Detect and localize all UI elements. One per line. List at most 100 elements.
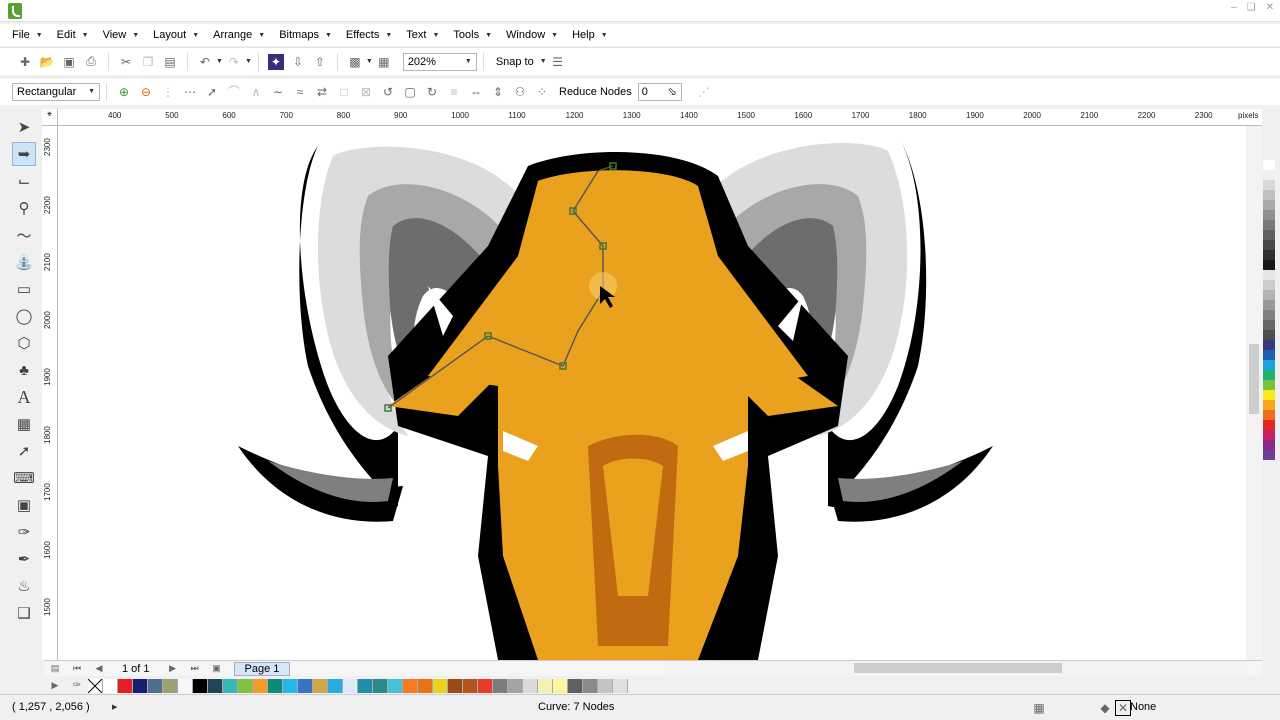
freehand-tool-icon[interactable]: 〜: [12, 223, 36, 247]
color-swatch[interactable]: [1263, 160, 1275, 170]
smooth-node-icon[interactable]: ∼: [270, 84, 286, 100]
horizontal-scrollbar[interactable]: [664, 661, 1246, 675]
stretch-nodes-icon[interactable]: ▢: [402, 84, 418, 100]
eyedropper-tool-icon[interactable]: ✑: [12, 520, 36, 544]
color-swatch[interactable]: [463, 678, 478, 693]
color-swatch[interactable]: [1263, 240, 1275, 250]
minimize-icon[interactable]: –: [1231, 2, 1237, 13]
color-swatch[interactable]: [1263, 350, 1275, 360]
color-swatch[interactable]: [1263, 420, 1275, 430]
color-swatch[interactable]: [1263, 340, 1275, 350]
connector-tool-icon[interactable]: ⌨: [12, 466, 36, 490]
pick-tool-icon[interactable]: ➤: [12, 115, 36, 139]
color-swatch[interactable]: [433, 678, 448, 693]
vertical-scrollbar[interactable]: [1246, 126, 1262, 660]
ram-head-artwork[interactable]: [58, 126, 1246, 660]
options-icon[interactable]: ☰: [550, 54, 566, 70]
color-swatch[interactable]: [1263, 260, 1275, 270]
crop-tool-icon[interactable]: ⌙: [12, 169, 36, 193]
interactive-fill-tool-icon[interactable]: ❑: [12, 601, 36, 625]
color-swatch[interactable]: [448, 678, 463, 693]
menu-text[interactable]: Text ▼: [406, 29, 439, 41]
curve-smoothness-input[interactable]: 0 ⬂: [637, 82, 682, 101]
menu-arrange[interactable]: Arrange ▼: [213, 29, 265, 41]
color-swatch[interactable]: [1263, 270, 1275, 280]
color-swatch[interactable]: [148, 678, 163, 693]
first-page-icon[interactable]: ⏮: [69, 661, 85, 677]
extract-subpath-icon[interactable]: ⊠: [358, 84, 374, 100]
color-swatch[interactable]: [253, 678, 268, 693]
menu-file[interactable]: File ▼: [12, 29, 43, 41]
select-all-nodes-icon[interactable]: ⁘: [534, 84, 550, 100]
full-screen-icon[interactable]: ▦: [376, 54, 392, 70]
node-options-icon[interactable]: ⋰: [696, 84, 712, 100]
menu-tools[interactable]: Tools ▼: [453, 29, 492, 41]
color-swatch[interactable]: [238, 678, 253, 693]
color-swatch[interactable]: [1263, 170, 1275, 180]
menu-layout[interactable]: Layout ▼: [153, 29, 199, 41]
mirror-vertical-icon[interactable]: ⇕: [490, 84, 506, 100]
selection-mode-select[interactable]: Rectangular ▼: [12, 82, 100, 101]
color-swatch[interactable]: [193, 678, 208, 693]
delete-node-icon[interactable]: ⊖: [138, 84, 154, 100]
close-curve-icon[interactable]: ↺: [380, 84, 396, 100]
polygon-tool-icon[interactable]: ⬡: [12, 331, 36, 355]
zoom-tool-icon[interactable]: ⚲: [12, 196, 36, 220]
color-swatch[interactable]: [1263, 230, 1275, 240]
color-swatch[interactable]: [1263, 290, 1275, 300]
add-node-icon[interactable]: ⊕: [116, 84, 132, 100]
to-curve-icon[interactable]: ⌒: [226, 84, 242, 100]
color-swatch[interactable]: [1263, 200, 1275, 210]
shape-tool-icon[interactable]: ➥: [12, 142, 36, 166]
color-swatch[interactable]: [1263, 380, 1275, 390]
menu-bitmaps[interactable]: Bitmaps ▼: [279, 29, 332, 41]
extend-curve-icon[interactable]: □: [336, 84, 352, 100]
color-swatch[interactable]: [358, 678, 373, 693]
color-swatch[interactable]: [208, 678, 223, 693]
outline-pen-tool-icon[interactable]: ✒: [12, 547, 36, 571]
page-tab[interactable]: Page 1: [233, 661, 291, 676]
eyedropper-icon[interactable]: ✑: [69, 678, 85, 694]
menu-effects[interactable]: Effects ▼: [346, 29, 392, 41]
color-swatch[interactable]: [118, 678, 133, 693]
color-swatch[interactable]: [388, 678, 403, 693]
color-swatch[interactable]: [1263, 370, 1275, 380]
color-swatch[interactable]: [568, 678, 583, 693]
rotate-nodes-icon[interactable]: ↻: [424, 84, 440, 100]
page-nav-icon[interactable]: ▤: [47, 661, 63, 677]
save-icon[interactable]: ▣: [61, 54, 77, 70]
color-swatch[interactable]: [478, 678, 493, 693]
color-swatch[interactable]: [178, 678, 193, 693]
join-nodes-icon[interactable]: ⋮: [160, 84, 176, 100]
document-info-icon[interactable]: ▦: [1031, 700, 1047, 716]
new-document-icon[interactable]: ✚: [17, 54, 33, 70]
color-swatch[interactable]: [163, 678, 178, 693]
color-swatch[interactable]: [1263, 390, 1275, 400]
zoom-level-select[interactable]: 202% ▼: [402, 52, 477, 71]
smart-fill-tool-icon[interactable]: ⛲: [12, 250, 36, 274]
mirror-horizontal-icon[interactable]: ⇔: [468, 84, 484, 100]
ruler-origin[interactable]: ⌖: [42, 109, 58, 126]
horizontal-ruler[interactable]: pixels 400 500 600 700 800 900 1000 1100 1200 130…: [58, 109, 1262, 126]
color-swatch[interactable]: [1263, 190, 1275, 200]
add-page-icon[interactable]: ▣: [209, 661, 225, 677]
snap-to-button[interactable]: Snap to: [496, 56, 534, 68]
color-swatch[interactable]: [403, 678, 418, 693]
import-icon[interactable]: ⇩: [290, 54, 306, 70]
palette-menu-icon[interactable]: ▶: [47, 678, 63, 694]
table-tool-icon[interactable]: ▦: [12, 412, 36, 436]
align-nodes-icon[interactable]: ≡: [446, 84, 462, 100]
color-swatch[interactable]: [553, 678, 568, 693]
color-swatch[interactable]: [1263, 180, 1275, 190]
publish-pdf-icon[interactable]: ▩: [347, 54, 363, 70]
color-swatch[interactable]: [1263, 330, 1275, 340]
elastic-mode-icon[interactable]: ⚇: [512, 84, 528, 100]
color-swatch[interactable]: [1263, 320, 1275, 330]
redo-icon[interactable]: ↷: [226, 54, 242, 70]
color-swatch[interactable]: [1263, 440, 1275, 450]
dimension-tool-icon[interactable]: ➚: [12, 439, 36, 463]
chevron-down-icon[interactable]: ▼: [366, 58, 373, 65]
color-swatch[interactable]: [328, 678, 343, 693]
fill-tool-icon[interactable]: ♨: [12, 574, 36, 598]
reduce-nodes-label[interactable]: Reduce Nodes: [559, 86, 632, 98]
